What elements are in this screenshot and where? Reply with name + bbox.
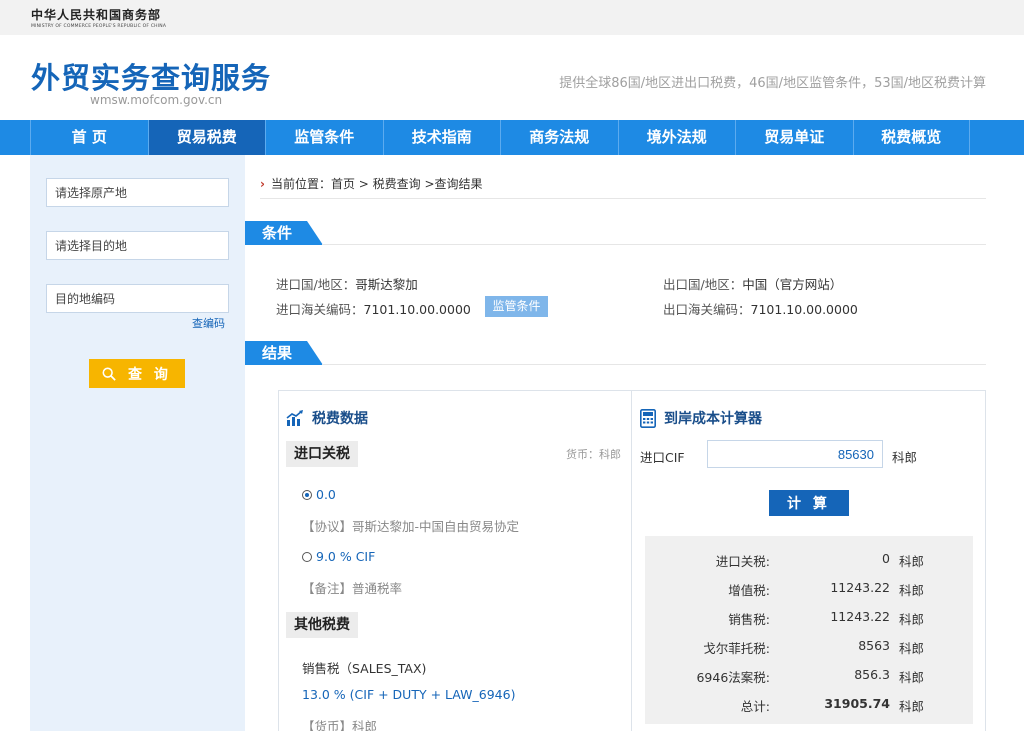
chevron-right-icon: › (260, 177, 265, 191)
site-domain: wmsw.mofcom.gov.cn (90, 93, 223, 107)
conditions-section-title: 条件 (245, 221, 323, 245)
site-slogan: 提供全球86国/地区进出口税费，46国/地区监管条件，53国/地区税费计算 (559, 76, 986, 91)
main-nav: 首 页 贸易税费 监管条件 技术指南 商务法规 境外法规 贸易单证 税费概览 (0, 120, 1024, 155)
import-code: 进口海关编码：7101.10.00.0000 (276, 302, 471, 317)
sales-tax-formula: 13.0 % (CIF + DUTY + LAW_6946) (302, 687, 516, 702)
panel-divider (631, 391, 632, 731)
ministry-bar: 中华人民共和国商务部 MINISTRY OF COMMERCE PEOPLE'S… (0, 0, 1024, 35)
currency-label: 货币：科郎 (566, 448, 621, 461)
calculator-icon (640, 408, 656, 428)
breadcrumb-path[interactable]: 首页 > 税费查询 >查询结果 (331, 177, 483, 191)
conditions-divider (322, 244, 986, 245)
regulation-conditions-button[interactable]: 监管条件 (485, 296, 548, 317)
other-taxes-label: 其他税费 (286, 612, 358, 638)
query-sidebar: 查编码 查 询 (30, 155, 245, 731)
site-brand[interactable]: 外贸实务查询服务 wmsw.mofcom.gov.cn (31, 55, 272, 107)
nav-item-trade-docs[interactable]: 贸易单证 (735, 120, 853, 155)
calculator-title: 到岸成本计算器 (640, 408, 762, 428)
tax-data-title: 税费数据 (286, 408, 368, 428)
result-row-sales-tax: 销售税: 11243.22 科郎 (728, 609, 925, 627)
nav-item-home[interactable]: 首 页 (30, 120, 148, 155)
site-title: 外贸实务查询服务 (31, 61, 272, 95)
destination-select[interactable] (46, 231, 229, 260)
breadcrumb: › 当前位置：首页 > 税费查询 >查询结果 (260, 175, 986, 199)
cif-unit: 科郎 (892, 450, 918, 465)
chart-trend-icon (286, 410, 303, 426)
destination-code-input[interactable] (46, 284, 229, 313)
query-button[interactable]: 查 询 (89, 359, 185, 388)
rate-option-general[interactable]: 9.0 % CIF (302, 549, 375, 564)
calculation-results: 进口关税: 0 科郎 增值税: 11243.22 科郎 销售税: 11243.22 科郎 戈… (645, 536, 973, 724)
ministry-logo[interactable]: 中华人民共和国商务部 MINISTRY OF COMMERCE PEOPLE'S… (31, 6, 166, 29)
agreement-note: 【协议】哥斯达黎加-中国自由贸易协定 (302, 519, 520, 534)
nav-item-foreign-law[interactable]: 境外法规 (617, 120, 736, 155)
nav-item-tech-guide[interactable]: 技术指南 (382, 120, 501, 155)
result-row-import-duty: 进口关税: 0 科郎 (715, 551, 925, 569)
export-country: 出口国/地区：中国（官方网站） (663, 277, 843, 292)
nav-item-trade-tax[interactable]: 贸易税费 (147, 120, 265, 155)
general-rate-note: 【备注】普通税率 (302, 581, 403, 596)
breadcrumb-label: 当前位置： (270, 177, 331, 191)
nav-item-commerce-law[interactable]: 商务法规 (500, 120, 618, 155)
import-duty-label: 进口关税 (286, 441, 358, 467)
calculate-button[interactable]: 计 算 (769, 490, 849, 516)
radio-unselected-icon (302, 551, 312, 562)
result-row-vat: 增值税: 11243.22 科郎 (728, 580, 925, 598)
sales-tax-currency: 【货币】科郎 (302, 719, 378, 731)
sales-tax-name: 销售税（SALES_TAX) (302, 661, 427, 676)
result-row-golfito-tax: 戈尔菲托税: 8563 科郎 (703, 638, 925, 656)
export-code: 出口海关编码：7101.10.00.0000 (663, 302, 858, 317)
query-button-label: 查 询 (128, 365, 172, 382)
results-divider (322, 364, 986, 365)
cif-input[interactable] (707, 440, 883, 468)
ministry-name-cn: 中华人民共和国商务部 (31, 8, 162, 22)
rate-option-agreement[interactable]: 0.0 (302, 487, 336, 502)
lookup-code-link[interactable]: 查编码 (192, 315, 225, 331)
origin-select[interactable] (46, 178, 229, 207)
import-country: 进口国/地区：哥斯达黎加 (276, 277, 418, 292)
search-icon (102, 367, 116, 381)
results-section-title: 结果 (245, 341, 323, 365)
cif-label: 进口CIF (640, 450, 685, 465)
nav-item-regulation[interactable]: 监管条件 (265, 120, 383, 155)
ministry-name-en: MINISTRY OF COMMERCE PEOPLE'S REPUBLIC O… (31, 24, 167, 29)
nav-item-tax-overview[interactable]: 税费概览 (852, 120, 970, 155)
result-row-law-6946: 6946法案税: 856.3 科郎 (696, 667, 925, 685)
result-row-total: 总计: 31905.74 科郎 (740, 696, 925, 714)
radio-selected-icon (302, 489, 312, 500)
